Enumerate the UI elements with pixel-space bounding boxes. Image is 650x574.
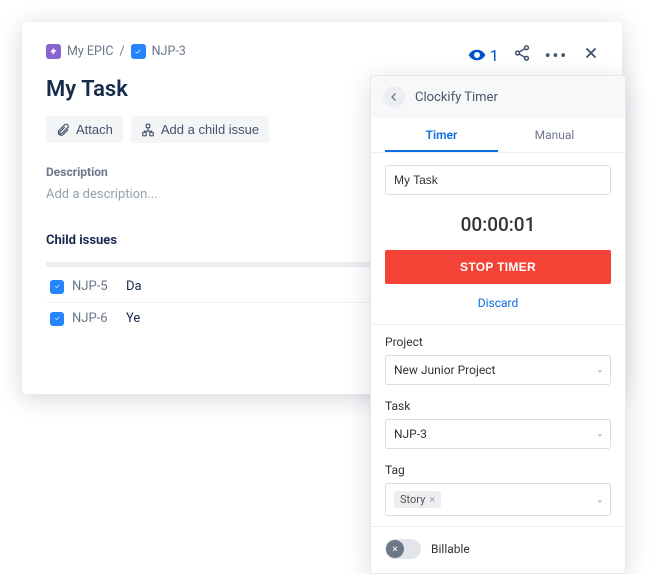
clockify-panel: Clockify Timer Timer Manual 00:00:01 STO… (370, 75, 626, 574)
tag-label: Tag (385, 463, 611, 477)
watchers-button[interactable]: 1 (468, 46, 499, 65)
toggle-off-icon: × (386, 540, 404, 558)
task-label: Task (385, 399, 611, 413)
add-child-button-label: Add a child issue (161, 122, 259, 137)
task-value: NJP-3 (394, 427, 427, 441)
epic-icon (46, 44, 61, 59)
tab-timer[interactable]: Timer (385, 118, 498, 152)
breadcrumb-separator: / (119, 44, 124, 59)
task-select[interactable]: NJP-3 ⌄ (385, 419, 611, 449)
attach-button[interactable]: Attach (46, 116, 123, 143)
watchers-count: 1 (490, 46, 499, 65)
add-child-button[interactable]: Add a child issue (131, 116, 269, 143)
attach-button-label: Attach (76, 122, 113, 137)
project-label: Project (385, 335, 611, 349)
task-icon (131, 44, 146, 59)
task-icon (50, 312, 64, 326)
billable-label: Billable (431, 542, 470, 556)
task-icon (50, 280, 64, 294)
tab-manual[interactable]: Manual (498, 118, 611, 152)
tag-value: Story (400, 493, 425, 506)
top-actions: 1 ••• (468, 44, 600, 66)
project-select[interactable]: New Junior Project ⌄ (385, 355, 611, 385)
child-key: NJP-5 (72, 279, 118, 294)
timer-elapsed: 00:00:01 (385, 195, 611, 250)
tag-select[interactable]: Story × ⌄ (385, 483, 611, 516)
child-key: NJP-6 (72, 311, 118, 326)
child-issues-heading: Child issues (46, 233, 117, 248)
task-name-input[interactable] (385, 165, 611, 195)
back-icon[interactable] (383, 86, 405, 108)
chevron-down-icon: ⌄ (596, 365, 604, 376)
project-value: New Junior Project (394, 363, 495, 377)
stop-timer-button[interactable]: STOP TIMER (385, 250, 611, 284)
share-icon[interactable] (513, 44, 531, 66)
more-icon[interactable]: ••• (545, 46, 568, 65)
tag-remove-icon[interactable]: × (429, 493, 435, 506)
panel-title: Clockify Timer (415, 90, 498, 105)
breadcrumb-epic[interactable]: My EPIC (67, 44, 113, 59)
discard-link[interactable]: Discard (385, 284, 611, 324)
chevron-down-icon: ⌄ (596, 429, 604, 440)
close-icon[interactable] (582, 44, 600, 66)
billable-toggle[interactable]: × (385, 539, 421, 559)
tag-chip[interactable]: Story × (394, 491, 441, 508)
chevron-down-icon: ⌄ (596, 494, 604, 505)
panel-header: Clockify Timer (371, 76, 625, 118)
breadcrumb-task[interactable]: NJP-3 (152, 44, 186, 59)
